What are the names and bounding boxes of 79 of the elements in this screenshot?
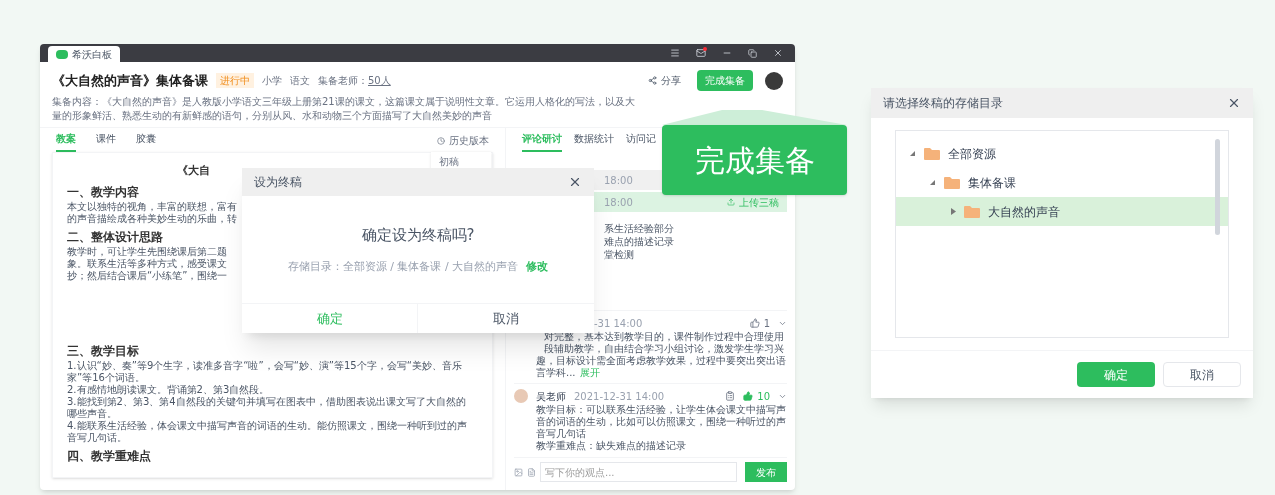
file-icon[interactable] bbox=[527, 467, 536, 477]
document-title: 《大自 bbox=[177, 163, 211, 179]
storage-path: 存储目录：全部资源 / 集体备课 / 大自然的声音 bbox=[287, 258, 519, 275]
thumbs-up-icon bbox=[749, 318, 760, 328]
share-button[interactable]: 分享 bbox=[648, 73, 681, 88]
app-tab[interactable]: 希沃白板 bbox=[48, 46, 120, 62]
dialog-question: 确定设为终稿吗? bbox=[361, 225, 475, 246]
body-text: 象。联系生活等多种方式，感受课文 bbox=[67, 257, 227, 270]
comment-author: 吴老师 bbox=[536, 389, 566, 404]
lesson-title: 《大自然的声音》集体备课 bbox=[52, 71, 208, 90]
note-text: 堂检测 bbox=[603, 248, 635, 261]
teachers-link[interactable]: 50人 bbox=[368, 73, 391, 88]
comment-time: 2021-12-31 14:00 bbox=[574, 389, 665, 404]
body-text: 2.有感情地朗读课文。背诵第2、第3自然段。 bbox=[67, 384, 271, 396]
comment-text: 趣，目标设计需全面考虑教学效果，过程中要突出突出语言学科... 展开 bbox=[535, 355, 787, 379]
tree-item[interactable]: 大自然的声音 bbox=[896, 197, 1228, 226]
tab[interactable]: 访问记 bbox=[626, 131, 656, 152]
close-icon[interactable] bbox=[568, 175, 582, 189]
comment-text: 教学重难点：缺失难点的描述记录 bbox=[535, 440, 687, 452]
history-button[interactable]: 历史版本 bbox=[437, 133, 489, 148]
avatar bbox=[514, 389, 528, 403]
body-text: 本文以独特的视角，丰富的联想，富有 bbox=[67, 200, 237, 213]
collapsed-caret-icon bbox=[950, 208, 956, 215]
logo-icon bbox=[56, 49, 68, 59]
menu-item[interactable]: 初稿 bbox=[431, 154, 491, 169]
teachers-label: 集备老师： bbox=[318, 74, 368, 88]
body-text: 抄；然后结合课后“小练笔”，围绕一 bbox=[67, 269, 228, 282]
section-heading: 四、教学重难点 bbox=[67, 448, 152, 465]
avatar bbox=[765, 71, 783, 90]
comment-text: 段辅助教学，自由结合学习小组讨论，激发学生学习兴 bbox=[543, 343, 785, 355]
comment-text: 教学目标：可以联系生活经验，让学生体会课文中描写声音的词语的生动，比如可以仿照课文，围绕一种听过的声音写几句话 bbox=[535, 404, 787, 440]
upload-icon bbox=[727, 198, 735, 206]
tab[interactable]: 胶囊 bbox=[136, 131, 156, 152]
tag-label: 小学 bbox=[262, 74, 282, 88]
folder-label: 全部资源 bbox=[948, 145, 996, 163]
mail-icon[interactable] bbox=[696, 48, 706, 58]
dialog-title: 请选择终稿的存储目录 bbox=[883, 95, 1003, 112]
section-heading: 三、教学目标 bbox=[67, 343, 140, 360]
body-text: 的声音描绘成各种美妙生动的乐曲，转 bbox=[67, 212, 237, 225]
status-badge: 进行中 bbox=[216, 73, 254, 88]
comment-input[interactable]: 写下你的观点... bbox=[540, 462, 737, 482]
cancel-button[interactable]: 取消 bbox=[418, 304, 594, 333]
section-heading: 二、整体设计思路 bbox=[67, 228, 163, 246]
folder-icon bbox=[944, 176, 960, 189]
tag-label: 语文 bbox=[290, 74, 310, 88]
thumbs-up-icon bbox=[743, 391, 754, 401]
expanded-caret-icon bbox=[930, 179, 936, 186]
body-text: 教学时，可让学生先围绕课后第二题 bbox=[67, 245, 227, 257]
dialog-title: 设为终稿 bbox=[254, 174, 302, 191]
tree-item[interactable]: 集体备课 bbox=[896, 168, 1228, 197]
body-text: 4.能联系生活经验，体会课文中描写声音的词语的生动。能仿照课文，围绕一种听到过的声音写几句话。 bbox=[67, 420, 467, 444]
cancel-button[interactable]: 取消 bbox=[1163, 362, 1241, 387]
tab[interactable]: 课件 bbox=[96, 131, 116, 152]
record-time: 18:00 bbox=[604, 173, 633, 188]
folder-icon bbox=[964, 205, 980, 218]
body-text: 1.认识“妙、奏”等9个生字，读准多音字“啦”，会写“妙、演”等15个字，会写“美妙、音乐家”等16个词语。 bbox=[67, 360, 463, 384]
like-button[interactable]: 1 bbox=[749, 315, 770, 331]
folder-label: 集体备课 bbox=[968, 174, 1016, 192]
record-time: 18:00 bbox=[604, 195, 633, 210]
delete-icon[interactable] bbox=[725, 391, 736, 401]
note-text: 系生活经验部分 bbox=[603, 222, 675, 235]
note-text: 难点的描述记录 bbox=[603, 235, 675, 248]
comment-time: -31 14:00 bbox=[594, 316, 643, 331]
menu-icon[interactable] bbox=[670, 48, 680, 58]
clock-icon bbox=[437, 136, 445, 145]
folder-label: 大自然的声音 bbox=[988, 203, 1060, 221]
tab[interactable]: 数据统计 bbox=[574, 131, 614, 152]
folder-icon bbox=[924, 147, 940, 160]
section-heading: 一、教学内容 bbox=[67, 183, 139, 201]
restore-icon[interactable] bbox=[748, 48, 757, 58]
close-icon[interactable] bbox=[773, 48, 783, 58]
callout-label: 完成集备 bbox=[662, 125, 847, 195]
expanded-caret-icon bbox=[910, 150, 916, 157]
share-icon bbox=[648, 76, 657, 85]
description: 集备内容：《大自然的声音》是人教版小学语文三年级上册第21课的课文，这篇课文属于说明性文章。它运用人格化的写法，以及大量的形象鲜活、熟悉生动的有新鲜感的语句，分别从风、水和动物三个方面描写了大自然美妙的声音 bbox=[52, 95, 636, 123]
image-icon[interactable] bbox=[514, 467, 523, 477]
body-text: 3.能找到第2、第3、第4自然段的关键句并填写在图表中，借助图表说出课文写了大自然的哪些声音。 bbox=[67, 396, 467, 420]
close-icon[interactable] bbox=[1227, 96, 1241, 110]
tree-item[interactable]: 全部资源 bbox=[896, 139, 1228, 168]
